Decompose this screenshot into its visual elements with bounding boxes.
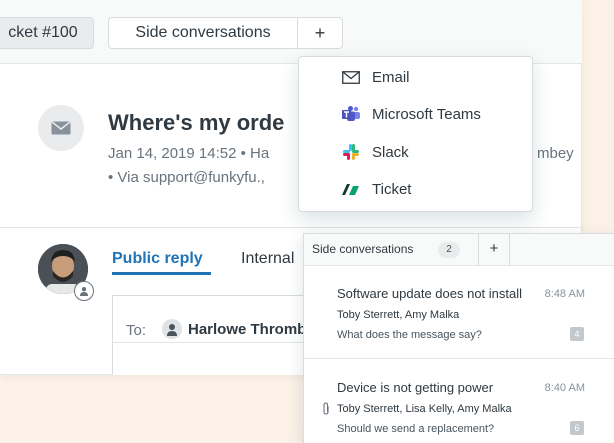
- ticket-meta-via: • Via support@funkyfu.,: [108, 169, 265, 186]
- conversation-title: Device is not getting power: [337, 380, 494, 395]
- conversation-participants: Toby Sterrett, Lisa Kelly, Amy Malka: [337, 403, 512, 415]
- envelope-icon: [341, 67, 361, 87]
- recipient-name: Harlowe Thromb: [188, 320, 307, 338]
- conversation-preview: Should we send a replacement?: [337, 423, 495, 435]
- paperclip-icon: [321, 402, 333, 416]
- conversation-divider: [304, 358, 614, 359]
- envelope-icon: [51, 121, 71, 135]
- to-label: To:: [126, 322, 147, 339]
- recipient-avatar: [162, 319, 182, 339]
- slack-icon: [341, 142, 361, 162]
- conversation-item[interactable]: Software update does not install 8:48 AM…: [304, 266, 614, 350]
- ticket-subject: Where's my orde: [108, 110, 285, 135]
- divider: [0, 227, 582, 228]
- ticket-meta-date: Jan 14, 2019 14:52 • Ha: [108, 145, 270, 162]
- email-channel-avatar: [38, 105, 84, 151]
- menu-item-microsoft-teams[interactable]: Microsoft Teams: [299, 96, 534, 132]
- add-conversation-button[interactable]: +: [479, 234, 509, 266]
- menu-item-label: Email: [372, 68, 410, 86]
- microsoft-teams-icon: [341, 104, 361, 124]
- conversation-count-badge: 2: [438, 242, 460, 258]
- conversation-title: Software update does not install: [337, 286, 523, 301]
- add-side-conversation-button[interactable]: +: [297, 17, 343, 49]
- message-count-badge: 4: [570, 327, 584, 341]
- conversation-time: 8:40 AM: [544, 382, 585, 394]
- side-conversation-channel-menu: Email Microsoft Teams Slack Ticket: [298, 56, 533, 212]
- tab-internal-note[interactable]: Internal: [241, 250, 294, 268]
- menu-item-email[interactable]: Email: [299, 59, 534, 95]
- menu-item-label: Slack: [372, 143, 409, 161]
- conversation-participants: Toby Sterrett, Amy Malka: [337, 309, 460, 321]
- active-tab-indicator: [112, 272, 211, 275]
- ticket-meta-requester: mbey: [537, 145, 574, 162]
- tab-public-reply[interactable]: Public reply: [112, 250, 203, 268]
- menu-item-ticket[interactable]: Ticket: [299, 171, 534, 207]
- menu-item-label: Microsoft Teams: [372, 105, 481, 123]
- message-count-badge: 6: [570, 421, 584, 435]
- side-conversations-panel: Side conversations 2 + Software update d…: [303, 233, 614, 443]
- conversation-item[interactable]: Device is not getting power 8:40 AM Toby…: [304, 360, 614, 443]
- conversation-time: 8:48 AM: [544, 288, 585, 300]
- tab-ticket[interactable]: cket #100: [0, 17, 94, 49]
- side-panel-title: Side conversations: [312, 242, 414, 256]
- menu-item-slack[interactable]: Slack: [299, 134, 534, 170]
- recipient-chip[interactable]: Harlowe Thromb: [158, 316, 314, 342]
- menu-item-label: Ticket: [372, 180, 412, 198]
- ticket-icon: [341, 179, 361, 199]
- tab-bar: cket #100 Side conversations +: [0, 0, 582, 64]
- agent-status-icon: [74, 281, 94, 301]
- tab-side-conversations[interactable]: Side conversations: [108, 17, 298, 49]
- header-separator: [509, 234, 510, 266]
- conversation-preview: What does the message say?: [337, 329, 482, 341]
- side-panel-header: Side conversations 2 +: [304, 234, 614, 266]
